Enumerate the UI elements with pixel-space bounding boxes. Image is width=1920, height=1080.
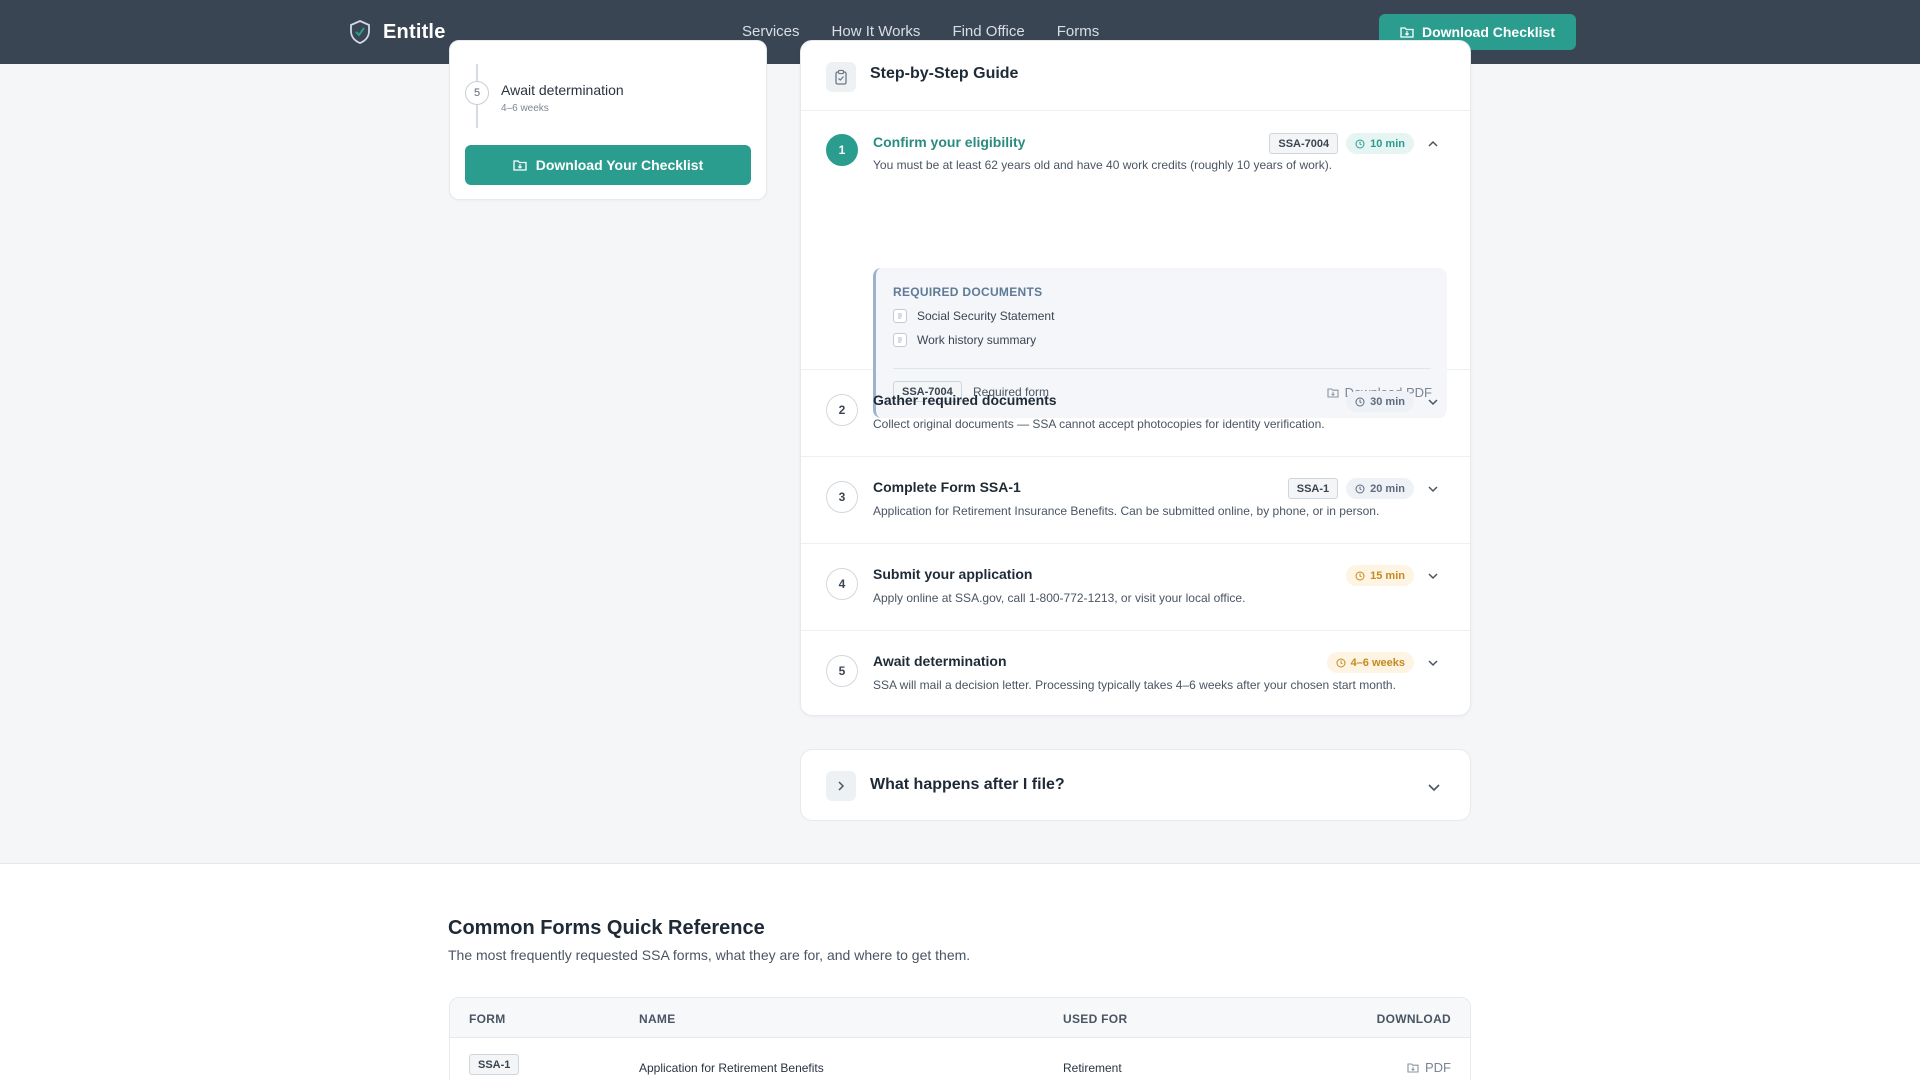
step-badges: SSA-7004 10 min <box>1269 133 1414 154</box>
clock-icon <box>1355 139 1365 148</box>
time-badge-label: 4–6 weeks <box>1350 656 1405 669</box>
document-item: Social Security Statement <box>893 309 1054 323</box>
download-your-checklist-button[interactable]: Download Your Checklist <box>465 145 751 185</box>
reference-subtitle: The most frequently requested SSA forms,… <box>448 947 971 963</box>
time-badge-label: 20 min <box>1370 482 1405 495</box>
step-number: 3 <box>826 481 858 513</box>
table-header: FORM NAME USED FOR DOWNLOAD <box>450 998 1470 1038</box>
nav-link-forms[interactable]: Forms <box>1057 23 1100 40</box>
form-code-badge: SSA-1 <box>1287 478 1339 499</box>
step-description: Application for Retirement Insurance Ben… <box>873 504 1380 518</box>
required-documents-label: REQUIRED DOCUMENTS <box>893 285 1043 299</box>
step-title[interactable]: Complete Form SSA-1 <box>873 479 1021 495</box>
timeline-step-number: 5 <box>465 81 489 105</box>
chevron-down-icon[interactable] <box>1426 779 1442 795</box>
forms-table: FORM NAME USED FOR DOWNLOAD SSA-1 Applic… <box>449 997 1471 1080</box>
step-guide-card: Step-by-Step Guide 1 Confirm your eligib… <box>800 40 1471 716</box>
step-number: 1 <box>826 134 858 166</box>
column-header-form: FORM <box>469 1012 506 1026</box>
form-code-badge: SSA-1 <box>469 1054 520 1075</box>
time-badge: 10 min <box>1346 133 1414 154</box>
document-icon <box>893 333 907 347</box>
form-used-for: Retirement <box>1063 1061 1122 1075</box>
chevron-down-icon[interactable] <box>1426 656 1440 670</box>
shield-logo-icon <box>350 20 370 44</box>
time-badge-label: 30 min <box>1370 395 1405 408</box>
chevron-down-icon[interactable] <box>1426 395 1440 409</box>
nav-link-services[interactable]: Services <box>742 23 800 40</box>
main-nav: Services How It Works Find Office Forms <box>742 23 1099 40</box>
step-4[interactable]: 4 Submit your application Apply online a… <box>801 544 1470 631</box>
time-badge: 4–6 weeks <box>1326 652 1414 673</box>
chevron-right-icon <box>826 771 856 801</box>
forms-reference-section: Common Forms Quick Reference The most fr… <box>0 863 1920 1080</box>
clipboard-icon <box>826 62 856 92</box>
faq-title: What happens after I file? <box>870 776 1065 793</box>
clock-icon <box>1336 658 1346 667</box>
time-badge: 15 min <box>1346 565 1414 586</box>
pdf-download-label: PDF <box>1425 1060 1451 1075</box>
brand-name: Entitle <box>383 20 446 43</box>
document-item-label: Work history summary <box>917 333 1037 347</box>
column-header-name: NAME <box>639 1012 676 1026</box>
step-badges: 15 min <box>1346 565 1414 586</box>
document-item: Work history summary <box>893 333 1036 347</box>
step-badges: 30 min <box>1346 391 1414 412</box>
download-checklist-label: Download Checklist <box>1421 24 1556 40</box>
column-header-download: DOWNLOAD <box>1376 1012 1451 1026</box>
pdf-download-link[interactable]: PDF <box>1407 1060 1451 1075</box>
step-description: Apply online at SSA.gov, call 1-800-772-… <box>873 591 1246 605</box>
download-your-checklist-label: Download Your Checklist <box>535 157 704 173</box>
document-item-label: Social Security Statement <box>917 309 1055 323</box>
step-1[interactable]: 1 Confirm your eligibility You must be a… <box>801 111 1470 418</box>
step-number: 4 <box>826 568 858 600</box>
divider <box>893 368 1431 369</box>
step-badges: SSA-1 20 min <box>1287 478 1414 499</box>
step-title[interactable]: Submit your application <box>873 566 1032 582</box>
guide-header: Step-by-Step Guide <box>801 41 1470 111</box>
chevron-down-icon[interactable] <box>1426 482 1440 496</box>
form-name: Application for Retirement Benefits <box>639 1061 824 1075</box>
step-title[interactable]: Await determination <box>873 653 1007 669</box>
nav-link-how-it-works[interactable]: How It Works <box>832 23 921 40</box>
step-2[interactable]: 2 Gather required documents Collect orig… <box>801 370 1470 457</box>
nav-link-find-office[interactable]: Find Office <box>952 23 1024 40</box>
document-icon <box>893 309 907 323</box>
step-description: Collect original documents — SSA cannot … <box>873 417 1325 431</box>
reference-title: Common Forms Quick Reference <box>448 917 765 939</box>
time-badge-label: 15 min <box>1370 569 1405 582</box>
step-5[interactable]: 5 Await determination SSA will mail a de… <box>801 631 1470 715</box>
step-description: SSA will mail a decision letter. Process… <box>873 678 1396 692</box>
folder-download-icon <box>513 160 527 171</box>
clock-icon <box>1355 397 1365 406</box>
step-number: 5 <box>826 655 858 687</box>
step-number: 2 <box>826 394 858 426</box>
form-code-badge: SSA-7004 <box>1269 133 1339 154</box>
guide-title: Step-by-Step Guide <box>870 65 1019 82</box>
column-header-used-for: USED FOR <box>1063 1012 1128 1026</box>
step-badges: 4–6 weeks <box>1326 652 1414 673</box>
step-title[interactable]: Confirm your eligibility <box>873 134 1025 150</box>
folder-download-icon <box>1400 27 1414 38</box>
step-3[interactable]: 3 Complete Form SSA-1 Application for Re… <box>801 457 1470 544</box>
step-title[interactable]: Gather required documents <box>873 392 1057 408</box>
time-badge: 30 min <box>1346 391 1414 412</box>
clock-icon <box>1355 484 1365 493</box>
step-description: You must be at least 62 years old and ha… <box>873 158 1333 172</box>
brand[interactable]: Entitle <box>349 20 446 44</box>
time-badge: 20 min <box>1346 478 1414 499</box>
timeline-step-title: Await determination <box>501 82 624 98</box>
chevron-up-icon[interactable] <box>1426 137 1440 151</box>
faq-accordion[interactable]: What happens after I file? <box>800 749 1471 821</box>
folder-download-icon <box>1407 1063 1419 1073</box>
chevron-down-icon[interactable] <box>1426 569 1440 583</box>
timeline-step-duration: 4–6 weeks <box>501 103 549 114</box>
clock-icon <box>1355 571 1365 580</box>
time-badge-label: 10 min <box>1370 137 1405 150</box>
